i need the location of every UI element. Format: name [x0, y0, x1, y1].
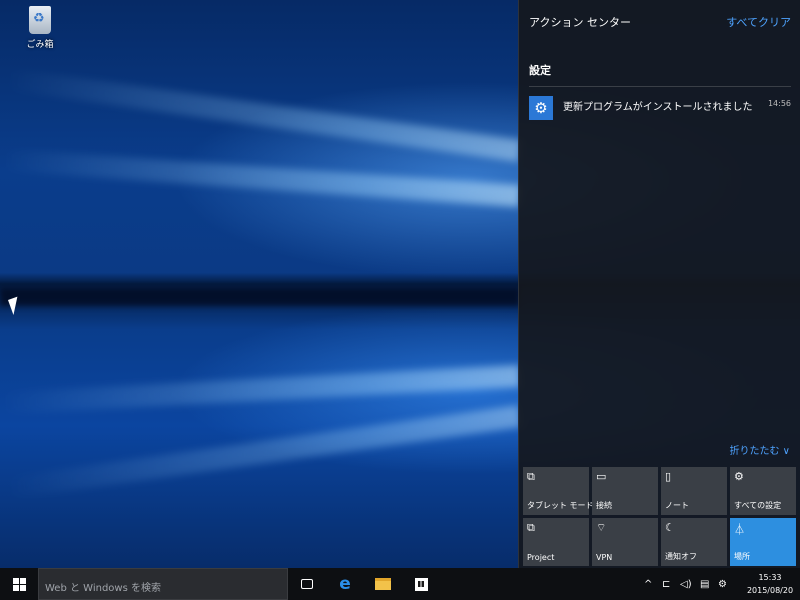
quick-action-label: 通知オフ [665, 552, 697, 561]
project-icon: ⧉ [527, 521, 535, 534]
quick-action-location[interactable]: ⏃ 場所 [730, 518, 796, 566]
show-hidden-icons-button[interactable]: ^ [644, 568, 652, 600]
task-view-button[interactable] [296, 574, 318, 594]
action-center-panel: アクション センター すべてクリア 設定 ⚙ 更新プログラムがインストールされま… [518, 0, 800, 568]
quick-action-label: Project [527, 553, 555, 562]
store-icon[interactable] [410, 574, 432, 594]
notification-text: 更新プログラムがインストールされました [563, 102, 753, 113]
volume-icon[interactable]: ◁) [680, 568, 692, 600]
vpn-icon: ⌔ [596, 521, 607, 534]
quiet-hours-icon: ☾ [665, 521, 675, 534]
tablet-mode-icon: ⧉ [527, 470, 535, 483]
clear-all-link[interactable]: すべてクリア [726, 14, 791, 30]
settings-icon: ⚙ [734, 470, 744, 483]
quick-action-quiet-hours[interactable]: ☾ 通知オフ [661, 518, 727, 566]
quick-action-label: VPN [596, 553, 613, 562]
action-center-title: アクション センター [529, 16, 631, 29]
store-bag-icon [414, 577, 428, 591]
recycle-bin-label: ごみ箱 [26, 40, 54, 50]
windows-logo-icon [12, 577, 26, 591]
clock-date: 2015/08/20 [746, 586, 794, 595]
action-center-header: アクション センター すべてクリア [529, 14, 791, 34]
quick-action-label: すべての設定 [734, 501, 782, 510]
wallpaper-light-beam [3, 405, 522, 500]
notification-group-header[interactable]: 設定 [529, 62, 791, 87]
location-icon: ⏃ [734, 523, 745, 536]
wallpaper-light-beam [0, 148, 521, 207]
file-explorer-icon[interactable] [372, 574, 394, 594]
quick-action-label: ノート [665, 501, 689, 510]
notification-item[interactable]: ⚙ 更新プログラムがインストールされました 14:56 [529, 96, 791, 124]
quick-actions-grid: ⧉ タブレット モード ▭ 接続 ▯ ノート ⚙ すべての設定 ⧉ Projec… [523, 467, 799, 567]
recycle-bin-icon [29, 6, 51, 34]
gear-icon: ⚙ [529, 96, 553, 120]
quick-action-label: タブレット モード [527, 501, 594, 510]
quick-action-tablet-mode[interactable]: ⧉ タブレット モード [523, 467, 594, 515]
wallpaper-light-beam [0, 365, 521, 415]
settings-tray-icon[interactable]: ⚙ [718, 568, 727, 600]
quick-action-vpn[interactable]: ⌔ VPN [592, 518, 658, 566]
folder-icon [375, 578, 391, 590]
wallpaper-dark-band [0, 288, 520, 306]
quick-action-label: 場所 [734, 552, 750, 561]
quick-action-all-settings[interactable]: ⚙ すべての設定 [730, 467, 796, 515]
taskbar: Web と Windows を検索 e ^ ⊏ ◁) ▤ ⚙ 15:33 201… [0, 568, 800, 600]
network-icon[interactable]: ⊏ [662, 568, 670, 600]
action-center-icon[interactable]: ▤ [700, 568, 709, 600]
quick-action-project[interactable]: ⧉ Project [523, 518, 589, 566]
wallpaper-light-beam [3, 67, 522, 162]
collapse-link[interactable]: 折りたたむ ∨ [730, 442, 791, 457]
quick-action-label: 接続 [596, 501, 612, 510]
search-box[interactable]: Web と Windows を検索 [38, 568, 288, 600]
task-view-icon [301, 579, 313, 589]
connect-icon: ▭ [596, 470, 607, 483]
notification-time: 14:56 [767, 99, 791, 108]
edge-browser-icon[interactable]: e [334, 574, 356, 594]
recycle-bin[interactable]: ごみ箱 [20, 6, 60, 50]
clock[interactable]: 15:33 2015/08/20 [742, 571, 798, 597]
clock-time: 15:33 [758, 573, 782, 582]
quick-action-connect[interactable]: ▭ 接続 [592, 467, 658, 515]
start-button[interactable] [0, 568, 38, 600]
quick-action-note[interactable]: ▯ ノート [661, 467, 727, 515]
note-icon: ▯ [665, 470, 672, 483]
